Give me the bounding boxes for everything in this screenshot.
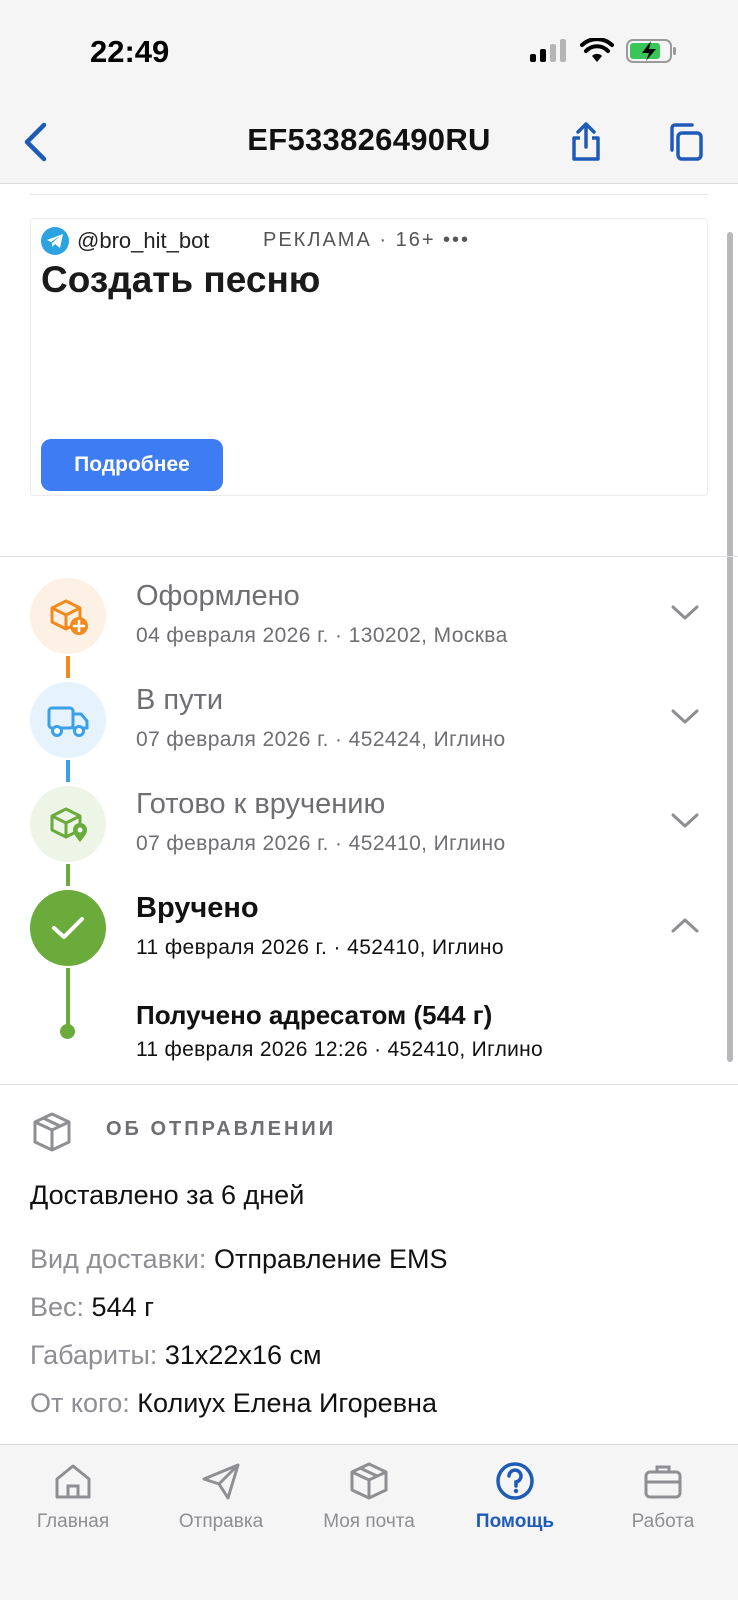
share-icon [572, 122, 600, 161]
box-icon [350, 1462, 388, 1500]
tab-label: Главная [36, 1511, 110, 1532]
info-key: Габариты: [30, 1340, 158, 1370]
step-title: Готово к вручению [136, 788, 386, 820]
info-value: Колиух Елена Игоревна [137, 1388, 437, 1418]
share-button[interactable] [564, 118, 608, 166]
tab-label: Помощь [475, 1511, 555, 1532]
ad-top-divider [30, 194, 708, 195]
info-key: От кого: [30, 1388, 130, 1418]
info-value: 544 г [91, 1292, 154, 1322]
info-key: Вид доставки: [30, 1244, 207, 1274]
timeline-step-ready[interactable]: Готово к вручению 07 февраля 2026 г. · 4… [0, 766, 738, 870]
info-row: Вид доставки: Отправление EMS [30, 1244, 448, 1275]
briefcase-icon [644, 1465, 682, 1499]
info-value: Отправление EMS [213, 1244, 448, 1274]
ad-handle: @bro_hit_bot [77, 228, 210, 253]
send-icon [202, 1463, 240, 1500]
section-divider [0, 556, 738, 557]
timeline-connector [66, 968, 70, 1030]
status-icons [528, 38, 678, 64]
ad-more-button[interactable]: Подробнее [41, 439, 223, 491]
package-location-icon [30, 786, 106, 862]
status-bar: 22:49 [0, 0, 738, 100]
checkmark-icon [30, 890, 106, 966]
info-row: Габариты: 31x22x16 см [30, 1340, 322, 1371]
info-row: Вес: 544 г [30, 1292, 154, 1323]
step-subtitle: 04 февраля 2026 г. · 130202, Москва [136, 624, 508, 647]
copy-button[interactable] [664, 118, 708, 166]
ad-card[interactable]: @bro_hit_bot РЕКЛАМА · 16+ ••• Создать п… [30, 218, 708, 496]
step-subtitle: 11 февраля 2026 г. · 452410, Иглино [136, 936, 505, 959]
chevron-down-icon[interactable] [668, 804, 702, 838]
info-key: Вес: [30, 1292, 85, 1322]
nav-header: EF533826490RU [0, 100, 738, 184]
timeline-step-delivered[interactable]: Вручено 11 февраля 2026 г. · 452410, Игл… [0, 870, 738, 974]
chevron-down-icon[interactable] [668, 700, 702, 734]
cellular-signal-icon [530, 39, 566, 62]
section-divider [0, 1084, 738, 1085]
ad-title: Создать песню [41, 259, 321, 300]
tab-label: Моя почта [323, 1511, 415, 1532]
tab-label: Работа [631, 1511, 695, 1532]
telegram-icon [41, 227, 69, 255]
step-subtitle: 07 февраля 2026 г. · 452410, Иглино [136, 832, 506, 855]
ad-source: @bro_hit_bot [41, 227, 209, 255]
wifi-icon [580, 38, 614, 62]
tab-help[interactable]: Помощь [450, 1461, 580, 1561]
home-icon [55, 1464, 91, 1499]
step-title: Оформлено [136, 580, 300, 612]
step-title: Вручено [136, 892, 259, 924]
tab-my-mail[interactable]: Моя почта [304, 1461, 434, 1561]
timeline-step-in-transit[interactable]: В пути 07 февраля 2026 г. · 452424, Игли… [0, 662, 738, 766]
tracking-number: EF533826490RU [247, 122, 491, 157]
timeline-dot [60, 1024, 75, 1039]
timeline-step-registered[interactable]: Оформлено 04 февраля 2026 г. · 130202, М… [0, 558, 738, 662]
status-time: 22:49 [90, 34, 170, 69]
info-row: От кого: Колиух Елена Игоревна [30, 1388, 437, 1419]
about-title: ОБ ОТПРАВЛЕНИИ [106, 1118, 337, 1140]
detail-title: Получено адресатом (544 г) [136, 1000, 493, 1030]
truck-icon [30, 682, 106, 758]
chevron-up-icon[interactable] [668, 908, 702, 942]
tab-label: Отправка [178, 1511, 264, 1532]
tab-bar: Главная Отправка Моя почта Помощь Работа [0, 1444, 738, 1600]
ad-label[interactable]: РЕКЛАМА · 16+ ••• [263, 229, 470, 252]
step-title: В пути [136, 684, 224, 716]
package-icon [30, 1110, 74, 1154]
chevron-down-icon[interactable] [668, 596, 702, 630]
info-value: 31x22x16 см [164, 1340, 322, 1370]
delivery-summary: Доставлено за 6 дней [30, 1180, 305, 1210]
help-icon [496, 1462, 534, 1500]
tab-send[interactable]: Отправка [156, 1461, 286, 1561]
battery-charging-icon [626, 39, 676, 63]
tab-work[interactable]: Работа [598, 1461, 728, 1561]
detail-subtitle: 11 февраля 2026 12:26 · 452410, Иглино [136, 1038, 544, 1061]
package-add-icon [30, 578, 106, 654]
tab-home[interactable]: Главная [8, 1461, 138, 1561]
copy-icon [670, 123, 703, 161]
step-subtitle: 07 февраля 2026 г. · 452424, Иглино [136, 728, 506, 751]
